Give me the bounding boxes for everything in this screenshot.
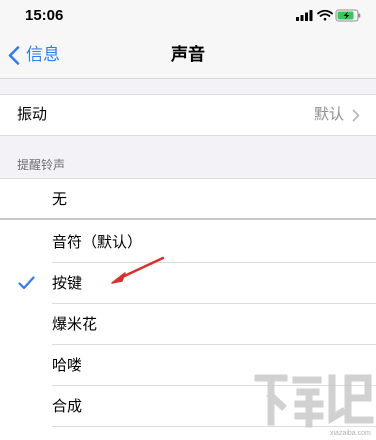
- ringtone-label: 按键: [52, 275, 83, 292]
- vibration-label: 振动: [17, 106, 48, 123]
- battery-charging-icon: [335, 9, 361, 22]
- divider: [0, 218, 376, 220]
- watermark-logo-icon: [254, 374, 374, 428]
- wifi-icon: [317, 9, 333, 21]
- ringtone-label: 合成: [52, 398, 83, 415]
- section-header-ringtone: 提醒铃声: [17, 158, 66, 172]
- list-item[interactable]: 爆米花: [0, 304, 376, 345]
- list-item-selected[interactable]: 按键: [0, 263, 376, 304]
- ringtone-label: 无: [52, 191, 68, 208]
- ringtone-label: 音符（默认）: [52, 234, 143, 251]
- watermark-text: xiazaiba.com: [330, 430, 371, 437]
- status-time: 15:06: [25, 7, 64, 24]
- page-title: 声音: [171, 45, 205, 64]
- chevron-right-icon: [352, 109, 360, 122]
- status-icons: [296, 9, 362, 22]
- ringtone-label: 爆米花: [52, 316, 98, 333]
- vibration-value: 默认: [313, 106, 344, 123]
- vibration-row[interactable]: 振动 默认: [0, 94, 376, 136]
- list-item[interactable]: 音符（默认）: [0, 222, 376, 263]
- ringtone-label: 哈喽: [52, 357, 83, 374]
- signal-icon: [296, 10, 313, 21]
- checkmark-icon: [18, 276, 35, 290]
- navigation-bar: 信息 声音: [0, 30, 376, 79]
- annotation-arrow-icon: [111, 256, 165, 284]
- list-item[interactable]: 无: [0, 179, 376, 220]
- status-bar: 15:06: [0, 0, 376, 30]
